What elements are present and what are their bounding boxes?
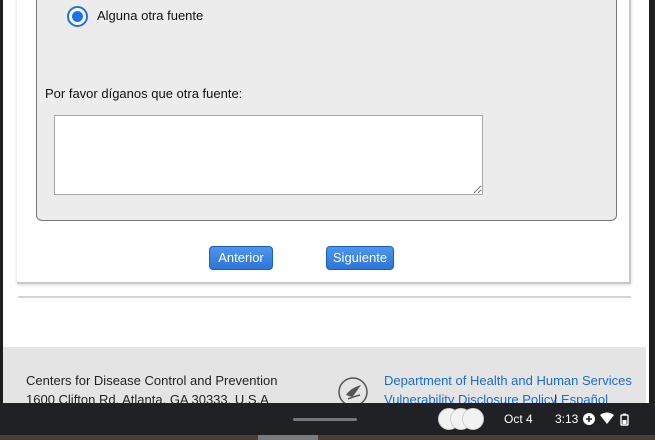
status-tray[interactable] xyxy=(582,411,632,427)
scroll-indicator xyxy=(258,435,318,440)
footer-org-name: Centers for Disease Control and Preventi… xyxy=(26,373,278,388)
browser-viewport: Alguna otra fuente Por favor díganos que… xyxy=(0,0,655,403)
add-circle-icon xyxy=(583,413,595,425)
content-separator xyxy=(18,296,631,298)
previous-button[interactable]: Anterior xyxy=(209,246,273,270)
avatar xyxy=(462,408,484,430)
home-handle[interactable] xyxy=(293,418,357,421)
vulnerability-disclosure-link[interactable]: Vulnerability Disclosure Policy xyxy=(384,392,557,403)
radio-other-source-label[interactable]: Alguna otra fuente xyxy=(97,8,203,23)
footer-link-separator: | xyxy=(554,392,558,403)
window-right-edge xyxy=(649,0,655,403)
other-source-textarea[interactable] xyxy=(54,115,483,195)
window-left-edge xyxy=(0,0,3,403)
spanish-language-link[interactable]: Español xyxy=(561,392,608,403)
footer-org-address: 1600 Clifton Rd. Atlanta, GA 30333, U.S.… xyxy=(26,392,269,403)
wallpaper-strip xyxy=(0,435,655,440)
wifi-icon xyxy=(600,412,614,424)
next-button[interactable]: Siguiente xyxy=(326,246,394,270)
shelf-app-avatars[interactable] xyxy=(438,408,484,430)
shelf-time[interactable]: 3:13 xyxy=(555,412,578,426)
shelf-date[interactable]: Oct 4 xyxy=(504,412,533,426)
other-source-prompt: Por favor díganos que otra fuente: xyxy=(45,86,243,101)
hhs-eagle-logo-icon xyxy=(338,377,368,403)
battery-icon xyxy=(620,413,629,426)
hhs-link[interactable]: Department of Health and Human Services xyxy=(384,373,632,388)
radio-selected-dot xyxy=(72,11,83,22)
radio-other-source[interactable] xyxy=(67,6,88,27)
